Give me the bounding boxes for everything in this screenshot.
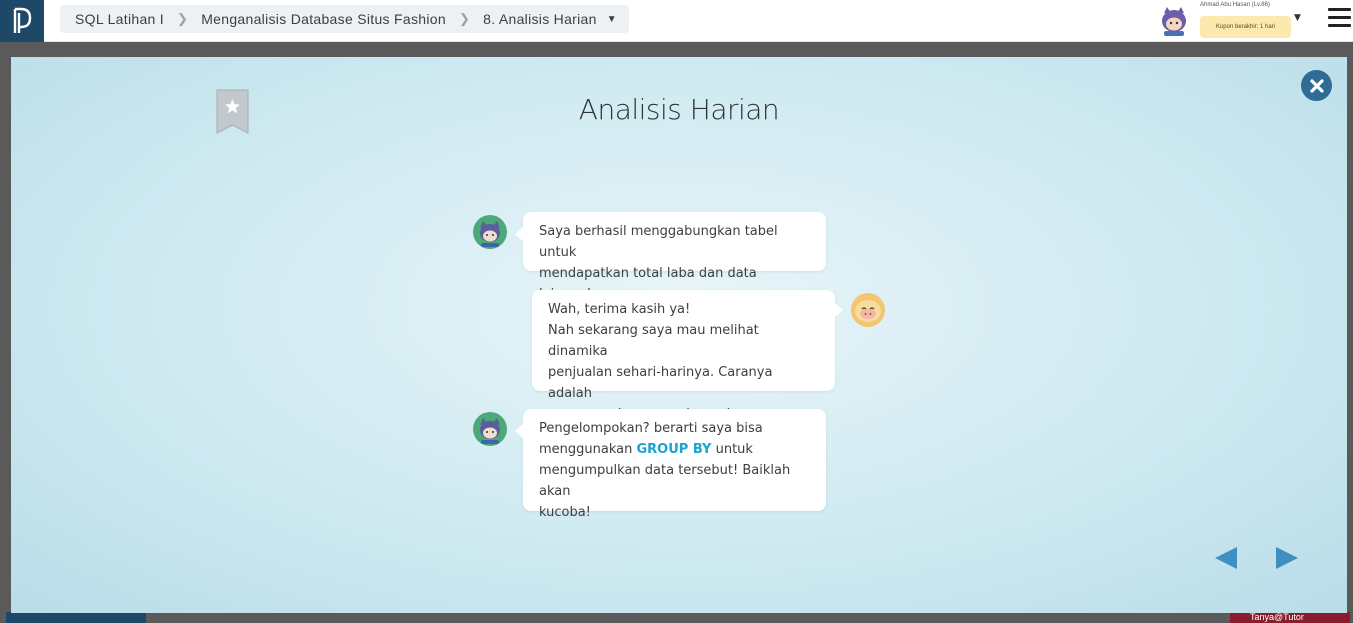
student-avatar [472, 411, 508, 447]
coupon-badge: Kupon berakhir: 1 hari [1200, 16, 1291, 38]
teacher-avatar [850, 292, 886, 328]
message-text: menggunakan [539, 442, 637, 457]
message-line: menggunakan GROUP BY untuk [539, 439, 810, 460]
background-footer-left [6, 612, 146, 623]
message-line: kucoba! [539, 505, 591, 520]
message-line: mengumpulkan data tersebut! Baiklah akan [539, 463, 791, 499]
message-text: untuk [711, 442, 753, 457]
home-logo-button[interactable] [0, 0, 44, 42]
triangle-right-icon [1276, 547, 1298, 569]
breadcrumb-chapter[interactable]: Menganalisis Database Situs Fashion [201, 11, 446, 27]
hamburger-menu-icon[interactable] [1328, 8, 1351, 30]
caret-down-icon[interactable]: ▼ [607, 14, 617, 25]
message-line: penjualan sehari-harinya. Caranya adalah [548, 365, 773, 401]
background-footer-label: Tanya@Tutor [1250, 612, 1304, 622]
cat-avatar-icon [1162, 7, 1186, 36]
breadcrumb-lesson[interactable]: 8. Analisis Harian [483, 11, 597, 27]
breadcrumb-course[interactable]: SQL Latihan I [75, 11, 164, 27]
close-button[interactable] [1301, 70, 1332, 101]
pd-logo-icon [13, 7, 32, 33]
background-footer-right: Tanya@Tutor [1230, 612, 1350, 623]
user-avatar[interactable] [1158, 5, 1190, 37]
user-name: Ahmad Abu Hasan (Lv.86) [1200, 2, 1270, 8]
close-icon [1309, 78, 1324, 93]
message-line: Nah sekarang saya mau melihat dinamika [548, 323, 759, 359]
chat-bubble-teacher: Wah, terima kasih ya! Nah sekarang saya … [532, 290, 843, 422]
chat-bubble-student-1: Saya berhasil menggabungkan tabel untuk … [515, 212, 826, 302]
breadcrumb: SQL Latihan I ❯ Menganalisis Database Si… [60, 5, 629, 33]
message-line: Wah, terima kasih ya! [548, 302, 691, 317]
top-bar: SQL Latihan I ❯ Menganalisis Database Si… [0, 0, 1353, 42]
triangle-left-icon [1215, 547, 1237, 569]
chevron-right-icon: ❯ [177, 11, 189, 26]
lesson-modal: Analisis Harian Saya berhasil menggabung… [11, 57, 1347, 613]
sql-keyword: GROUP BY [636, 442, 712, 457]
modal-title: Analisis Harian [578, 93, 780, 126]
next-button[interactable] [1274, 545, 1300, 571]
user-menu-caret-icon[interactable]: ▼ [1294, 13, 1301, 23]
message-line: Pengelompokan? berarti saya bisa [539, 421, 763, 436]
message-line: Saya berhasil menggabungkan tabel untuk [539, 224, 778, 260]
chevron-right-icon: ❯ [458, 11, 471, 26]
student-avatar [472, 214, 508, 250]
chat-bubble-student-2: Pengelompokan? berarti saya bisa menggun… [515, 409, 826, 520]
previous-button[interactable] [1213, 545, 1239, 571]
